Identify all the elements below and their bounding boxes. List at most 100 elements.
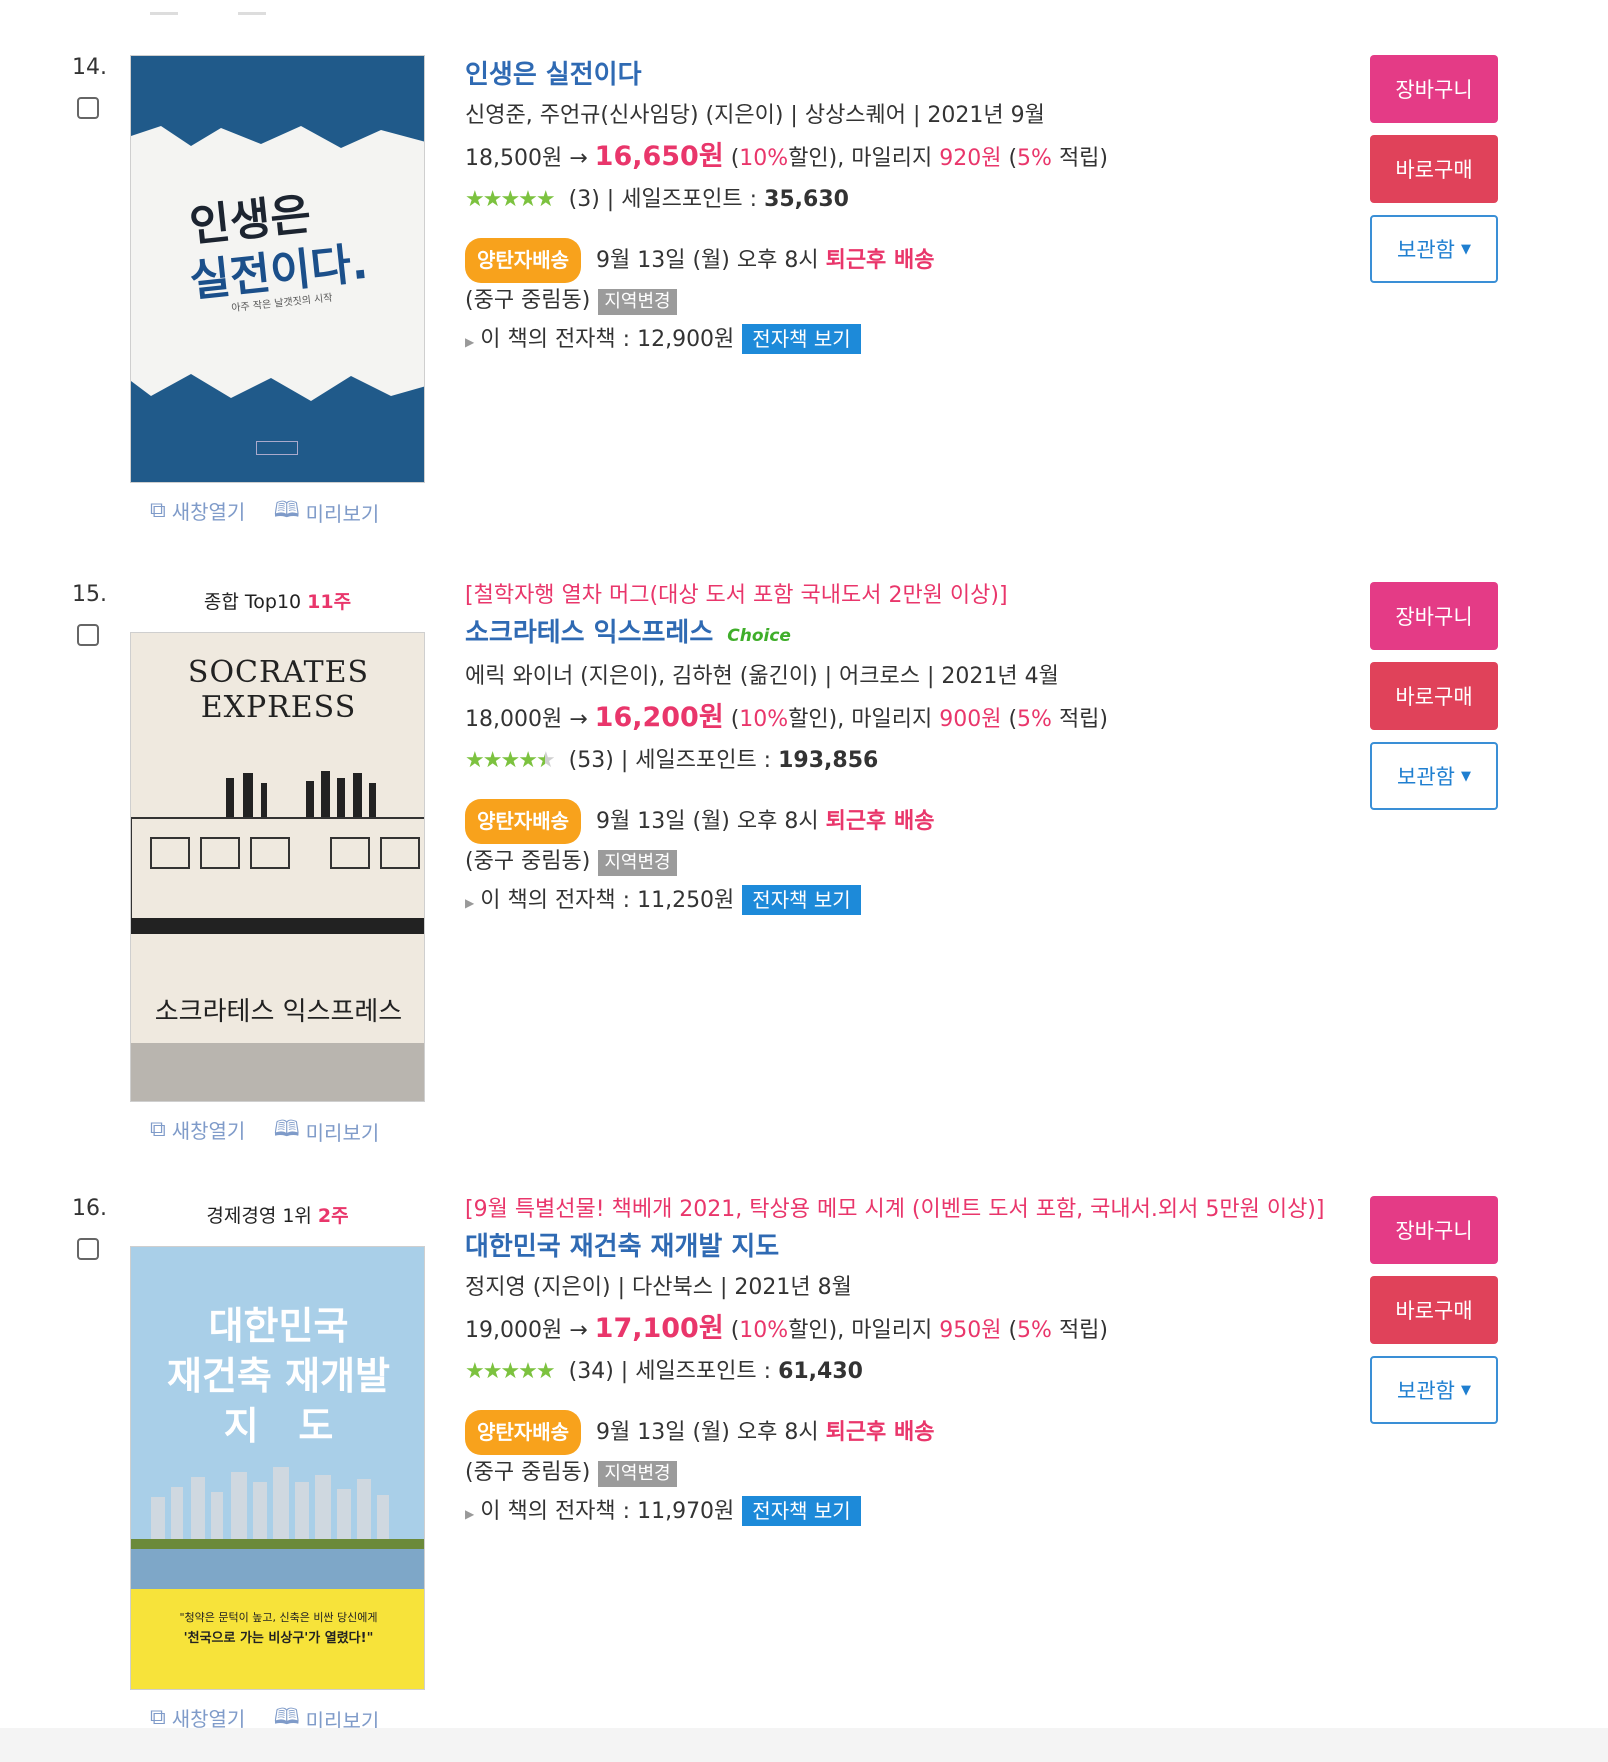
delivery-tag: 퇴근후 배송 [825, 809, 935, 834]
cart-button[interactable]: 장바구니 [1370, 55, 1498, 123]
window-icon: ⧉ [150, 498, 166, 523]
review-count[interactable]: (3) [569, 187, 600, 212]
location-line: (중구 중림동) 지역변경 [465, 283, 1340, 319]
cart-button[interactable]: 장바구니 [1370, 582, 1498, 650]
cover-quote-1: "청약은 문턱이 높고, 신축은 비싼 당신에게 [179, 1611, 378, 1624]
book-cover[interactable]: SOCRATES EXPRESS 소크라테스 익스프레스 [130, 632, 425, 1102]
select-checkbox[interactable] [77, 97, 99, 119]
delivery-date: 9월 13일 (월) 오후 8시 [596, 248, 819, 273]
price-line: 18,000원 → 16,200원 (10%할인), 마일리지 900원 (5%… [465, 702, 1109, 733]
choice-badge: Choice [727, 626, 791, 646]
triangle-right-icon: ▶ [465, 335, 475, 349]
delivery-line: 양탄자배송 9월 13일 (월) 오후 8시 퇴근후 배송 [465, 238, 1340, 283]
region-change-button[interactable]: 지역변경 [598, 1461, 677, 1487]
discount-pct: 10% [739, 1318, 789, 1343]
fast-ship-badge: 양탄자배송 [465, 799, 581, 844]
delivery-date: 9월 13일 (월) 오후 8시 [596, 1420, 819, 1445]
fast-ship-badge: 양탄자배송 [465, 238, 581, 283]
ebook-view-button[interactable]: 전자책 보기 [742, 885, 861, 915]
fast-ship-badge: 양탄자배송 [465, 1410, 581, 1455]
save-button[interactable]: 보관함 ▼ [1370, 1356, 1498, 1424]
caret-down-icon: ▼ [1460, 768, 1471, 784]
delivery-tag: 퇴근후 배송 [825, 1420, 935, 1445]
mileage: 900원 [939, 707, 1002, 732]
cart-button[interactable]: 장바구니 [1370, 1196, 1498, 1264]
discount-pct: 10% [739, 146, 789, 171]
mileage: 920원 [939, 146, 1002, 171]
select-checkbox[interactable] [77, 1238, 99, 1260]
select-checkbox[interactable] [77, 624, 99, 646]
page-bottom-edge [0, 1728, 1608, 1762]
book-authors: 신영준, 주언규(신사임당) (지은이) | 상상스퀘어 | 2021년 9월 [465, 103, 1045, 128]
ebook-price: 11,970원 [637, 1499, 735, 1524]
book-authors: 정지영 (지은이) | 다산북스 | 2021년 8월 [465, 1275, 852, 1300]
book-authors: 에릭 와이너 (지은이), 김하현 (옮긴이) | 어크로스 | 2021년 4… [465, 664, 1059, 689]
book-icon: 🕮 [273, 498, 300, 523]
book-title[interactable]: 소크라테스 익스프레스 [465, 618, 713, 648]
book-title[interactable]: 대한민국 재건축 재개발 지도 [465, 1227, 1340, 1267]
book-cover[interactable]: 대한민국 재건축 재개발 지 도 "청약은 문턱이 높고, 신축은 비싼 당신에… [130, 1246, 425, 1690]
save-button[interactable]: 보관함 ▼ [1370, 215, 1498, 283]
rank-number: 14. [72, 55, 107, 80]
price-line: 18,500원 → 16,650원 (10%할인), 마일리지 920원 (5%… [465, 141, 1109, 172]
delivery-date: 9월 13일 (월) 오후 8시 [596, 809, 819, 834]
preview-link[interactable]: 🕮 미리보기 [274, 1112, 380, 1150]
book-info: [9월 특별선물! 책베개 2021, 탁상용 메모 시계 (이벤트 도서 포함… [465, 1192, 1340, 1535]
cover-links: ⧉ 새창열기 🕮 미리보기 [150, 1112, 401, 1150]
book-info: 인생은 실전이다 신영준, 주언규(신사임당) (지은이) | 상상스퀘어 | … [465, 55, 1340, 363]
delivery-line: 양탄자배송 9월 13일 (월) 오후 8시 퇴근후 배송 [465, 799, 1340, 844]
ebook-view-button[interactable]: 전자책 보기 [742, 324, 861, 354]
promo-text[interactable]: [9월 특별선물! 책베개 2021, 탁상용 메모 시계 (이벤트 도서 포함… [465, 1192, 1340, 1227]
ebook-line: ▶ 이 책의 전자책 : 11,970원 전자책 보기 [465, 1491, 1340, 1535]
sale-price: 16,200원 [594, 702, 724, 733]
cover-quote-2: '천국으로 가는 비상구'가 열렸다!" [183, 1631, 374, 1646]
region-change-button[interactable]: 지역변경 [598, 289, 677, 315]
region-change-button[interactable]: 지역변경 [598, 850, 677, 876]
rating-line: ★★★★★ (3) | 세일즈포인트 : 35,630 [465, 179, 1340, 220]
preview-link[interactable]: 🕮 미리보기 [274, 493, 380, 531]
delivery-tag: 퇴근후 배송 [825, 248, 935, 273]
review-count[interactable]: (34) [569, 1359, 614, 1384]
ebook-view-button[interactable]: 전자책 보기 [742, 1496, 861, 1526]
review-count[interactable]: (53) [569, 748, 614, 773]
caret-down-icon: ▼ [1460, 241, 1471, 257]
rank-label: 경제경영 1위 2주 [206, 1205, 349, 1227]
window-icon: ⧉ [150, 1117, 166, 1142]
sale-price: 16,650원 [594, 141, 724, 172]
sales-point: 35,630 [764, 187, 849, 212]
ebook-line: ▶ 이 책의 전자책 : 12,900원 전자책 보기 [465, 319, 1340, 363]
new-window-link[interactable]: ⧉ 새창열기 [150, 496, 245, 525]
publisher-mark [256, 441, 298, 455]
book-icon: 🕮 [273, 1117, 300, 1142]
save-button[interactable]: 보관함 ▼ [1370, 742, 1498, 810]
book-cover[interactable]: 인생은 실전이다. 아주 작은 날갯짓의 시작 [130, 55, 425, 483]
sales-point: 61,430 [778, 1359, 863, 1384]
sales-point: 193,856 [778, 748, 879, 773]
ebook-price: 11,250원 [637, 888, 735, 913]
location: (중구 중림동) [465, 1460, 591, 1485]
cover-links: ⧉ 새창열기 🕮 미리보기 [150, 493, 401, 531]
buy-now-button[interactable]: 바로구매 [1370, 662, 1498, 730]
location: (중구 중림동) [465, 288, 591, 313]
list-price: 18,500원 → [465, 146, 588, 171]
rank-number: 15. [72, 582, 107, 607]
ebook-price: 12,900원 [637, 327, 735, 352]
delivery-line: 양탄자배송 9월 13일 (월) 오후 8시 퇴근후 배송 [465, 1410, 1340, 1455]
book-info: [철학자행 열차 머그(대상 도서 포함 국내도서 2만원 이상)] 소크라테스… [465, 578, 1340, 924]
buy-now-button[interactable]: 바로구매 [1370, 1276, 1498, 1344]
rank-weeks: 11주 [307, 591, 352, 613]
location: (중구 중림동) [465, 849, 591, 874]
promo-text[interactable]: [철학자행 열차 머그(대상 도서 포함 국내도서 2만원 이상)] [465, 578, 1340, 613]
ebook-line: ▶ 이 책의 전자책 : 11,250원 전자책 보기 [465, 880, 1340, 924]
rating-stars: ★★★★★ [465, 1359, 556, 1384]
buy-now-button[interactable]: 바로구매 [1370, 135, 1498, 203]
location-line: (중구 중림동) 지역변경 [465, 844, 1340, 880]
rank-weeks: 2주 [317, 1205, 349, 1227]
cover-title-ko: 소크라테스 익스프레스 [154, 997, 403, 1027]
rating-stars: ★★★★★ [465, 187, 556, 212]
book-title-row: 소크라테스 익스프레스 Choice [465, 613, 1340, 656]
new-window-link[interactable]: ⧉ 새창열기 [150, 1115, 245, 1144]
location-line: (중구 중림동) 지역변경 [465, 1455, 1340, 1491]
book-title[interactable]: 인생은 실전이다 [465, 55, 1340, 95]
caret-down-icon: ▼ [1460, 1382, 1471, 1398]
